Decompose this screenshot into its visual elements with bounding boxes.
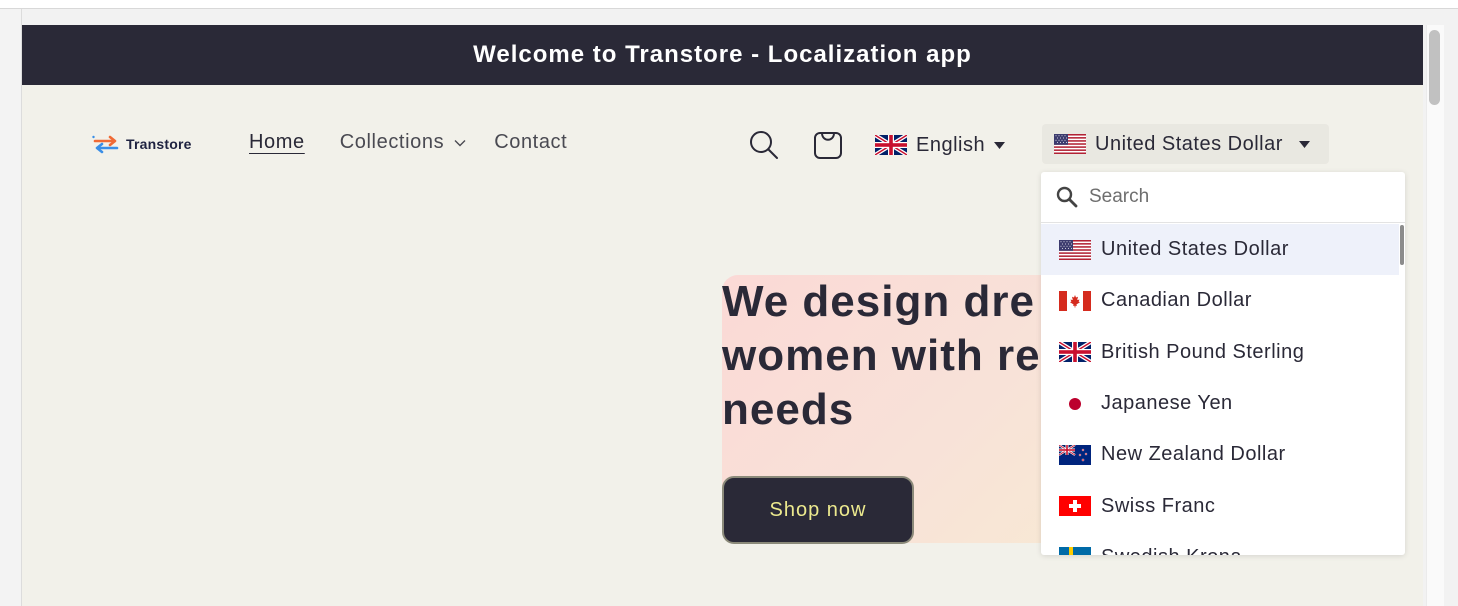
nav-collections[interactable]: Collections: [340, 131, 466, 154]
search-icon: [1056, 186, 1078, 208]
caret-down-icon: [994, 141, 1006, 149]
sweden-flag-icon: [1059, 547, 1091, 555]
currency-option-chf[interactable]: Swiss Franc: [1041, 480, 1399, 531]
canada-flag-icon: [1059, 291, 1091, 311]
us-flag-icon: [1054, 134, 1086, 154]
caret-down-icon: [1298, 140, 1310, 148]
currency-selector[interactable]: United States Dollar: [1042, 124, 1329, 164]
dropdown-scrollbar[interactable]: [1400, 225, 1404, 265]
currency-option-label: Canadian Dollar: [1101, 289, 1252, 312]
nav-contact[interactable]: Contact: [494, 131, 567, 154]
search-button[interactable]: [748, 129, 780, 161]
announcement-text: Welcome to Transtore - Localization app: [473, 41, 972, 68]
currency-dropdown: United States Dollar Canadian Dollar Bri…: [1041, 172, 1405, 555]
japan-flag-icon: [1059, 394, 1091, 414]
language-label: English: [916, 133, 986, 156]
page-scrollbar-track[interactable]: [1426, 25, 1444, 606]
cart-button[interactable]: [812, 129, 844, 161]
announcement-bar: Welcome to Transtore - Localization app: [22, 25, 1423, 85]
currency-label: United States Dollar: [1095, 132, 1283, 155]
currency-search-input[interactable]: [1089, 186, 1379, 208]
page-scrollbar-thumb[interactable]: [1429, 30, 1440, 105]
browser-top-edge: [0, 0, 1458, 9]
language-selector[interactable]: English: [875, 129, 1006, 161]
brand-name: Transtore: [126, 136, 192, 152]
browser-left-edge: [0, 9, 22, 606]
new-zealand-flag-icon: [1059, 445, 1091, 465]
transtore-logo-icon: [92, 135, 119, 154]
currency-option-nzd[interactable]: New Zealand Dollar: [1041, 429, 1399, 480]
main-nav: Home Collections Contact: [249, 131, 567, 154]
page-viewport: Welcome to Transtore - Localization app …: [22, 25, 1423, 606]
currency-option-label: Japanese Yen: [1101, 392, 1233, 415]
nav-home[interactable]: Home: [249, 131, 305, 154]
nav-collections-label: Collections: [339, 131, 445, 153]
currency-search: [1041, 172, 1405, 223]
currency-option-label: British Pound Sterling: [1101, 340, 1305, 363]
shop-now-button[interactable]: Shop now: [722, 476, 914, 544]
us-flag-icon: [1059, 240, 1091, 260]
currency-option-label: United States Dollar: [1101, 238, 1289, 261]
currency-option-sek[interactable]: Swedish Krona: [1041, 532, 1399, 555]
switzerland-flag-icon: [1059, 496, 1091, 516]
uk-flag-icon: [1059, 342, 1091, 362]
currency-option-gbp[interactable]: British Pound Sterling: [1041, 327, 1399, 378]
currency-list: United States Dollar Canadian Dollar Bri…: [1041, 224, 1399, 555]
brand-logo[interactable]: Transtore: [92, 133, 192, 155]
currency-option-usd[interactable]: United States Dollar: [1041, 224, 1399, 276]
currency-option-label: Swiss Franc: [1101, 494, 1216, 517]
currency-option-label: New Zealand Dollar: [1101, 443, 1286, 466]
currency-option-jpy[interactable]: Japanese Yen: [1041, 378, 1399, 429]
currency-option-cad[interactable]: Canadian Dollar: [1041, 275, 1399, 326]
chevron-down-icon: [454, 139, 466, 146]
uk-flag-icon: [875, 135, 907, 155]
cart-icon: [814, 132, 842, 159]
search-icon: [750, 131, 778, 159]
currency-option-label: Swedish Krona: [1101, 546, 1242, 555]
